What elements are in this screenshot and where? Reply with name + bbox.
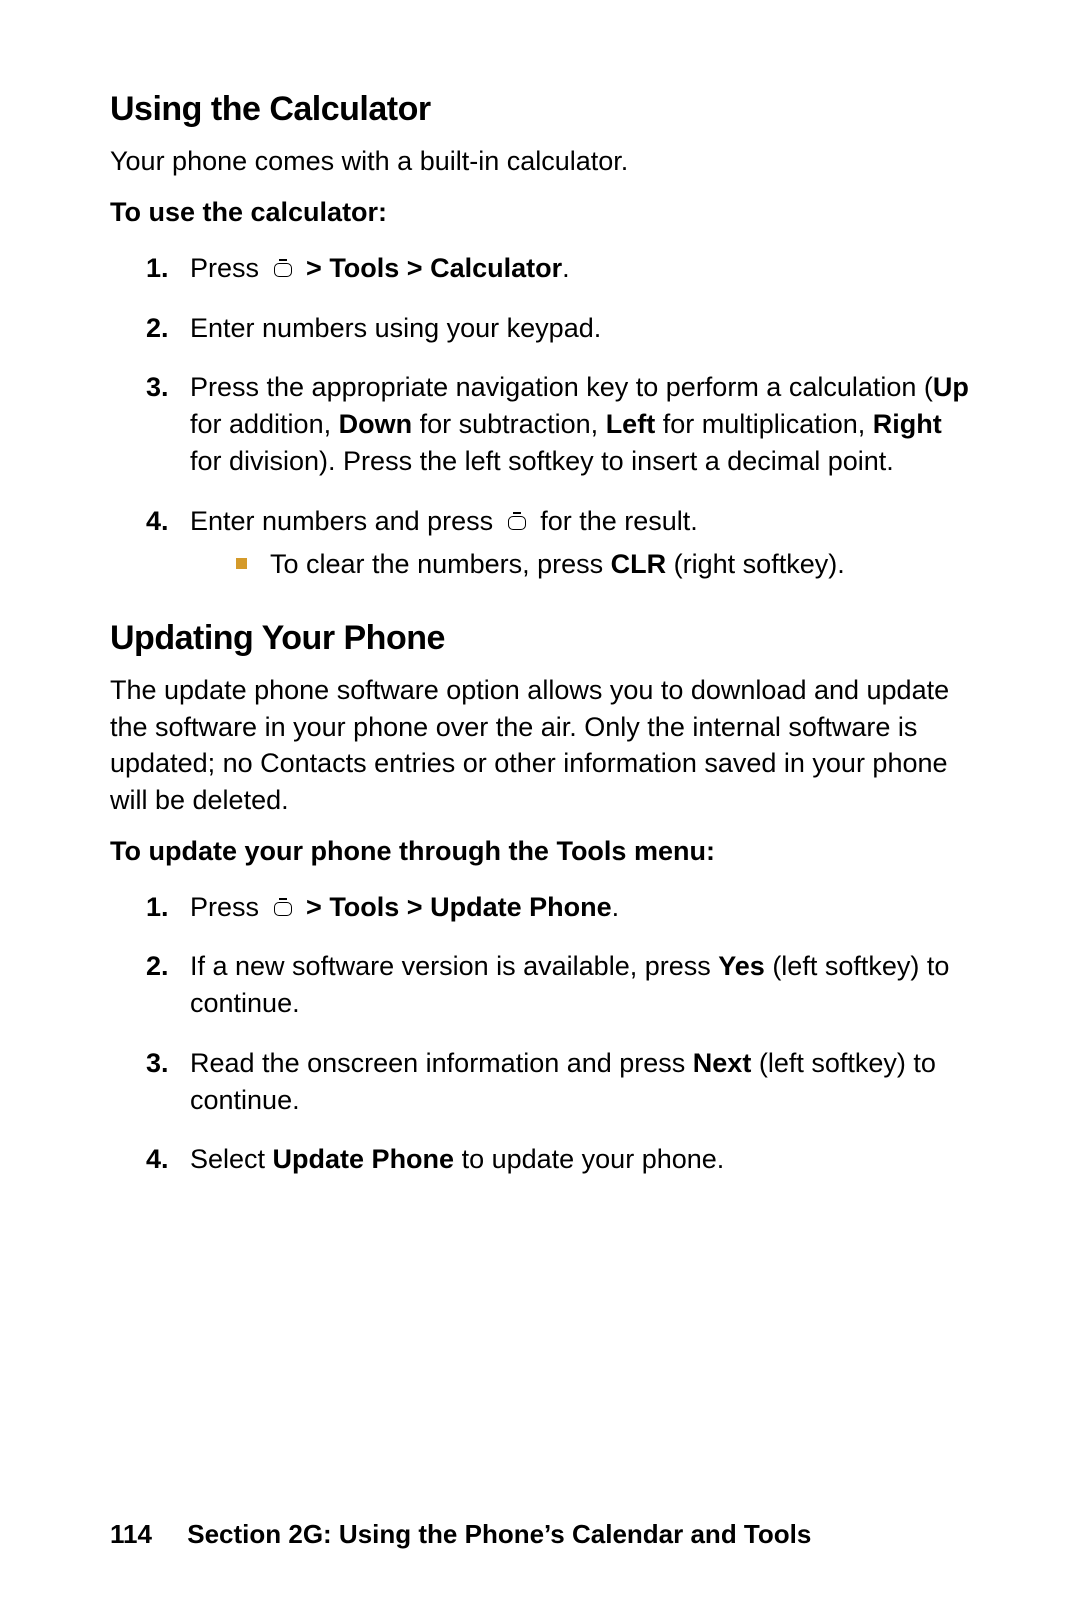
step-bold: Down (339, 409, 413, 439)
step-bold: Update Phone (273, 1144, 455, 1174)
footer-label: Section 2G: Using the Phone’s Calendar a… (187, 1519, 811, 1549)
heading-update-phone: Updating Your Phone (110, 619, 970, 658)
step-text: Press (190, 253, 259, 283)
step-bold: Up (933, 372, 969, 402)
step-bold: > Tools > Calculator (299, 253, 563, 283)
nav-button-icon (271, 261, 295, 279)
step-text: for addition, (190, 409, 339, 439)
manual-page: Using the Calculator Your phone comes wi… (0, 0, 1080, 1620)
step: Enter numbers using your keypad. (146, 310, 970, 347)
step-bold: CLR (611, 549, 667, 579)
page-number: 114 (110, 1519, 180, 1550)
nav-button-icon (271, 900, 295, 918)
step-text: for subtraction, (412, 409, 606, 439)
intro-update-phone: The update phone software option allows … (110, 672, 970, 818)
step-text: Read the onscreen information and press (190, 1048, 693, 1078)
step-text: to update your phone. (454, 1144, 724, 1174)
step: If a new software version is available, … (146, 948, 970, 1023)
step: Select Update Phone to update your phone… (146, 1141, 970, 1178)
subhead-update-phone: To update your phone through the Tools m… (110, 836, 970, 867)
steps-update-phone: Press > Tools > Update Phone. If a new s… (146, 889, 970, 1179)
step: Press > Tools > Calculator. (146, 250, 970, 287)
heading-calculator: Using the Calculator (110, 90, 970, 129)
intro-calculator: Your phone comes with a built-in calcula… (110, 143, 970, 179)
step-text: . (562, 253, 570, 283)
step: Enter numbers and press for the result. … (146, 503, 970, 584)
step: Press the appropriate navigation key to … (146, 369, 970, 481)
nav-button-icon (505, 514, 529, 532)
sub-bullet: To clear the numbers, press CLR (right s… (236, 546, 970, 583)
step: Press > Tools > Update Phone. (146, 889, 970, 926)
step-text: Press (190, 892, 259, 922)
step-text: for the result. (540, 506, 698, 536)
step-text: (right softkey). (666, 549, 845, 579)
step-text: If a new software version is available, … (190, 951, 718, 981)
subhead-calculator: To use the calculator: (110, 197, 970, 228)
step-text: Press the appropriate navigation key to … (190, 372, 933, 402)
step-text: Enter numbers and press (190, 506, 493, 536)
sub-bullets: To clear the numbers, press CLR (right s… (236, 546, 970, 583)
step-bold: Left (606, 409, 656, 439)
step-text: for multiplication, (655, 409, 873, 439)
step-text: Enter numbers using your keypad. (190, 313, 601, 343)
step-bold: Right (873, 409, 942, 439)
step-text: . (612, 892, 620, 922)
steps-calculator: Press > Tools > Calculator. Enter number… (146, 250, 970, 583)
step-bold: > Tools > Update Phone (299, 892, 612, 922)
step-bold: Next (693, 1048, 752, 1078)
step: Read the onscreen information and press … (146, 1045, 970, 1120)
page-footer: 114 Section 2G: Using the Phone’s Calend… (110, 1519, 811, 1550)
step-text: Select (190, 1144, 273, 1174)
step-bold: Yes (718, 951, 765, 981)
step-text: for division). Press the left softkey to… (190, 446, 894, 476)
step-text: To clear the numbers, press (270, 549, 611, 579)
